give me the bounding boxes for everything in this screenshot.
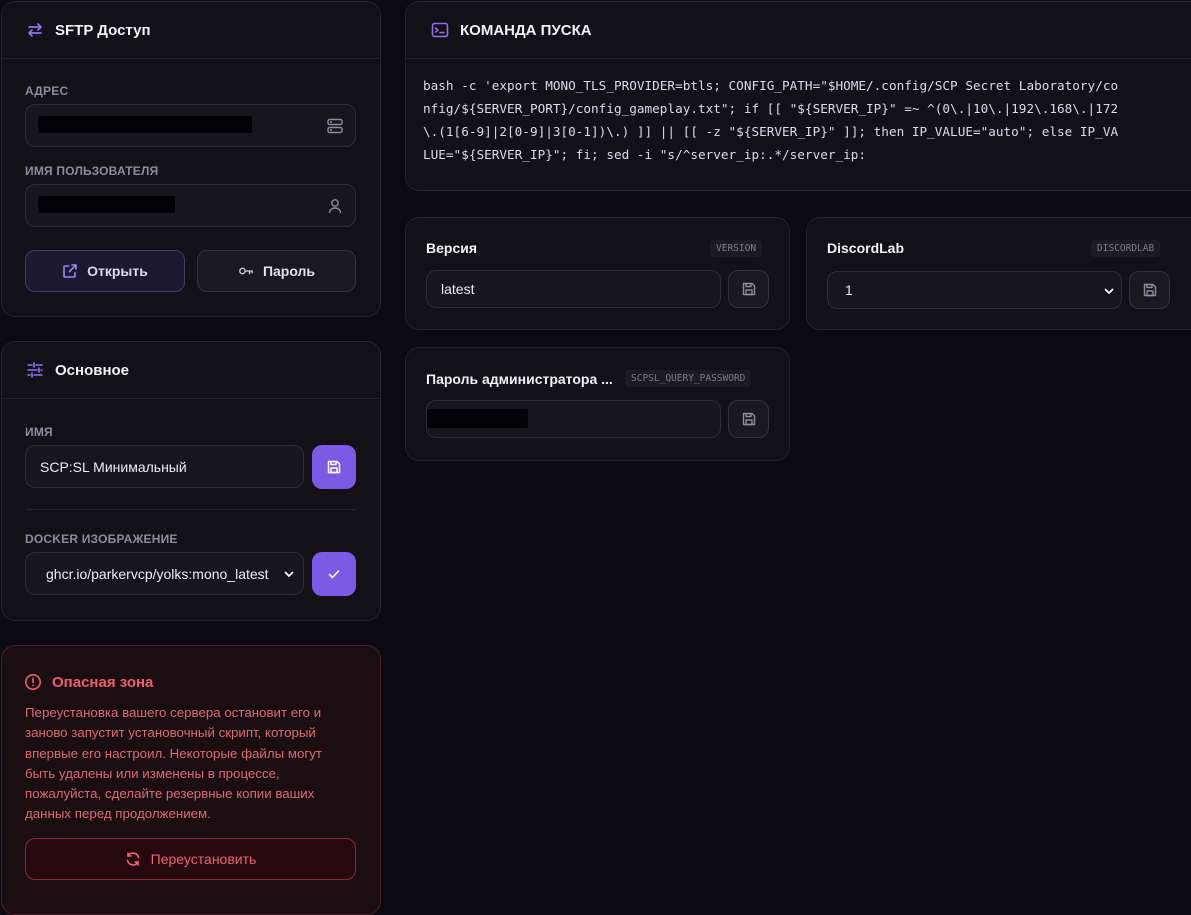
chevron-down-icon xyxy=(1103,285,1115,297)
basic-divider xyxy=(26,509,357,510)
swap-arrows-icon xyxy=(26,21,44,39)
version-input[interactable]: latest xyxy=(426,270,721,308)
address-redacted xyxy=(38,116,252,133)
key-icon xyxy=(238,263,254,279)
startup-header: КОМАНДА ПУСКА xyxy=(406,2,1191,59)
save-admin-password-button[interactable] xyxy=(728,400,769,438)
startup-title: КОМАНДА ПУСКА xyxy=(460,21,592,39)
check-icon xyxy=(327,567,341,581)
startup-command-card: КОМАНДА ПУСКА bash -c 'export MONO_TLS_P… xyxy=(405,1,1191,191)
save-discordlab-button[interactable] xyxy=(1129,271,1170,309)
docker-label: DOCKER ИЗОБРАЖЕНИЕ xyxy=(25,532,178,546)
username-redacted xyxy=(38,196,175,213)
sftp-header: SFTP Доступ xyxy=(2,2,380,59)
discordlab-select[interactable]: 1 xyxy=(827,271,1122,309)
docker-image-select[interactable]: ghcr.io/parkervcp/yolks:mono_latest xyxy=(25,552,304,595)
discordlab-value: 1 xyxy=(845,282,853,298)
save-name-button[interactable] xyxy=(312,445,356,489)
admin-password-title: Пароль администратора ... xyxy=(426,371,613,387)
docker-image-value: ghcr.io/parkervcp/yolks:mono_latest xyxy=(46,565,269,582)
discordlab-title: DiscordLab xyxy=(827,240,905,256)
username-label: ИМЯ ПОЛЬЗОВАТЕЛЯ xyxy=(25,164,159,178)
password-button[interactable]: Пароль xyxy=(197,250,356,292)
chevron-down-icon xyxy=(283,568,295,580)
server-icon xyxy=(326,117,344,135)
alert-circle-icon xyxy=(24,673,42,691)
version-value: latest xyxy=(441,281,475,297)
name-label: ИМЯ xyxy=(25,425,53,439)
open-sftp-button[interactable]: Открыть xyxy=(25,250,185,292)
danger-zone-header: Опасная зона xyxy=(24,673,153,691)
danger-zone-text: Переустановка вашего сервера остановит е… xyxy=(25,705,322,822)
version-tag: VERSION xyxy=(710,240,763,257)
reinstall-label: Переустановить xyxy=(150,851,257,867)
discordlab-tag: DISCORDLAB xyxy=(1091,240,1161,257)
refresh-icon xyxy=(125,851,141,867)
user-icon xyxy=(326,197,344,215)
sliders-icon xyxy=(26,361,44,379)
startup-command-text: bash -c 'export MONO_TLS_PROVIDER=btls; … xyxy=(423,78,1119,162)
version-title: Версия xyxy=(426,240,478,256)
reinstall-button[interactable]: Переустановить xyxy=(25,838,356,880)
password-button-label: Пароль xyxy=(262,263,316,279)
admin-password-tag: SCPSL_QUERY_PASSWORD xyxy=(625,370,752,387)
save-icon xyxy=(1142,282,1158,298)
admin-password-redacted xyxy=(427,409,528,428)
external-link-icon xyxy=(62,263,78,279)
basic-header: Основное xyxy=(2,342,380,399)
server-name-value: SCP:SL Минимальный xyxy=(40,458,187,475)
save-icon xyxy=(741,281,757,297)
address-label: АДРЕС xyxy=(25,84,69,98)
server-name-input[interactable]: SCP:SL Минимальный xyxy=(25,445,304,488)
save-version-button[interactable] xyxy=(728,270,769,308)
sftp-title: SFTP Доступ xyxy=(55,21,151,39)
save-icon xyxy=(326,459,342,475)
danger-zone-title: Опасная зона xyxy=(52,673,154,691)
apply-docker-button[interactable] xyxy=(312,552,356,596)
save-icon xyxy=(741,411,757,427)
open-button-label: Открыть xyxy=(87,263,148,279)
terminal-icon xyxy=(431,21,449,39)
basic-title: Основное xyxy=(55,361,130,379)
